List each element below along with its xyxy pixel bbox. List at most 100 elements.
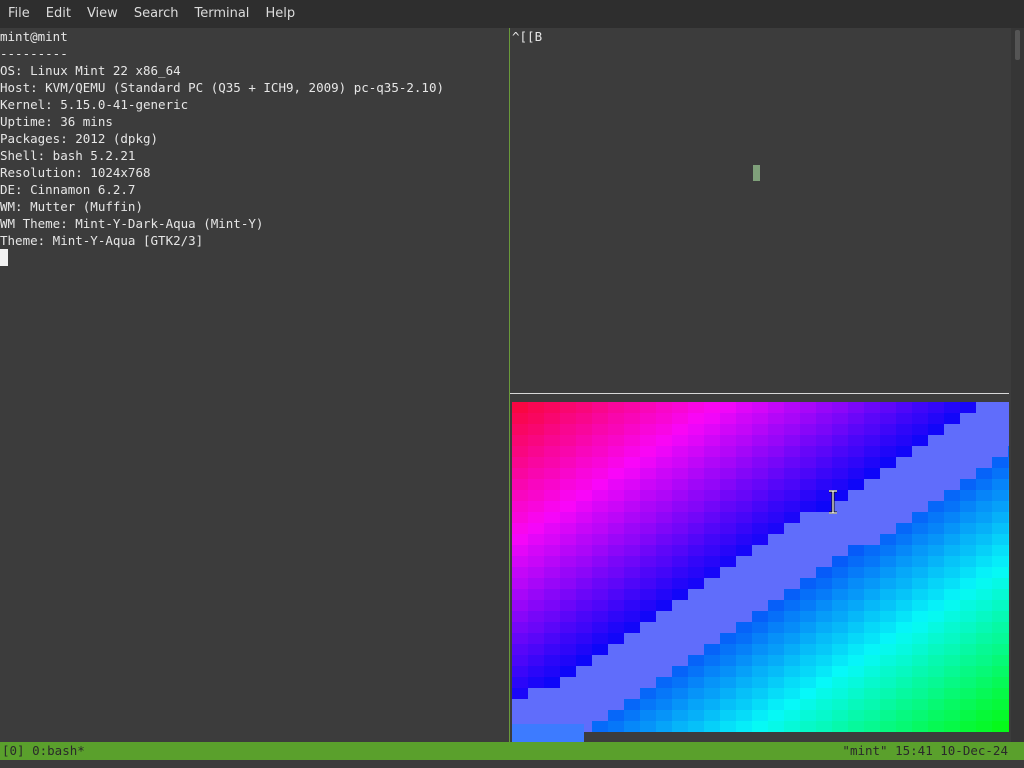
art-pixel	[880, 688, 896, 699]
escape-sequence-text: ^[[B	[512, 29, 543, 44]
art-pixel	[1008, 424, 1009, 435]
art-pixel	[592, 534, 608, 545]
art-pixel	[512, 655, 528, 666]
art-pixel	[512, 523, 528, 534]
art-pixel	[896, 600, 912, 611]
art-pixel	[528, 402, 544, 413]
art-pixel	[544, 435, 560, 446]
art-pixel	[544, 457, 560, 468]
art-pixel	[528, 556, 544, 567]
scrollbar-thumb[interactable]	[1015, 30, 1020, 60]
art-pixel	[512, 724, 584, 742]
art-pixel	[816, 600, 832, 611]
menu-view[interactable]: View	[79, 0, 126, 28]
art-pixel	[704, 501, 720, 512]
right-bottom-pane[interactable]	[512, 402, 1009, 742]
art-pixel	[528, 677, 544, 688]
menu-terminal[interactable]: Terminal	[186, 0, 257, 28]
art-pixel	[576, 622, 592, 633]
art-pixel	[624, 424, 640, 435]
art-pixel	[768, 556, 784, 567]
art-pixel	[784, 600, 800, 611]
scrollbar[interactable]	[1011, 28, 1024, 742]
art-pixel	[992, 490, 1008, 501]
tmux-status-bar: [0] 0:bash* "mint" 15:41 10-Dec-24	[0, 742, 1024, 760]
art-pixel	[512, 644, 528, 655]
art-pixel	[960, 556, 976, 567]
art-pixel	[912, 446, 928, 457]
art-pixel	[704, 457, 720, 468]
art-pixel	[704, 413, 720, 424]
art-pixel	[784, 402, 800, 413]
menu-edit[interactable]: Edit	[38, 0, 79, 28]
art-pixel	[592, 413, 608, 424]
art-pixel	[960, 424, 976, 435]
art-pixel	[784, 468, 800, 479]
art-pixel	[752, 655, 768, 666]
art-pixel	[624, 501, 640, 512]
art-pixel	[944, 545, 960, 556]
menu-help[interactable]: Help	[257, 0, 303, 28]
art-pixel	[624, 600, 640, 611]
art-pixel	[576, 479, 592, 490]
art-pixel	[688, 721, 704, 732]
art-pixel	[912, 567, 928, 578]
art-pixel	[720, 710, 736, 721]
art-pixel	[1008, 666, 1009, 677]
art-pixel	[800, 402, 816, 413]
art-pixel	[576, 710, 592, 721]
art-pixel	[592, 600, 608, 611]
art-pixel	[976, 710, 992, 721]
menu-file[interactable]: File	[0, 0, 38, 28]
right-top-pane[interactable]: ^[[B	[512, 28, 1008, 392]
art-pixel	[640, 699, 656, 710]
art-pixel	[976, 435, 992, 446]
inactive-cursor	[753, 165, 760, 181]
horizontal-pane-divider[interactable]	[510, 393, 1009, 394]
art-pixel	[736, 611, 752, 622]
art-pixel	[608, 457, 624, 468]
art-pixel	[912, 710, 928, 721]
art-pixel	[864, 666, 880, 677]
art-pixel	[928, 677, 944, 688]
art-pixel	[720, 721, 736, 732]
art-pixel	[992, 633, 1008, 644]
art-pixel	[1008, 512, 1009, 523]
art-pixel	[768, 457, 784, 468]
art-pixel	[592, 710, 608, 721]
art-pixel	[992, 622, 1008, 633]
art-pixel	[976, 699, 992, 710]
art-pixel	[656, 699, 672, 710]
menu-search[interactable]: Search	[126, 0, 187, 28]
left-pane[interactable]: mint@mint --------- OS: Linux Mint 22 x8…	[0, 28, 509, 742]
status-window-list[interactable]: [0] 0:bash*	[2, 742, 85, 760]
art-pixel	[576, 589, 592, 600]
art-pixel	[576, 677, 592, 688]
art-pixel	[736, 589, 752, 600]
art-pixel	[944, 644, 960, 655]
art-pixel	[704, 446, 720, 457]
art-pixel	[816, 567, 832, 578]
art-pixel	[640, 655, 656, 666]
art-pixel	[1008, 446, 1009, 457]
art-pixel	[832, 655, 848, 666]
status-host-time: "mint" 15:41 10-Dec-24	[842, 743, 1008, 758]
art-pixel	[960, 699, 976, 710]
art-pixel	[608, 644, 624, 655]
art-pixel	[896, 501, 912, 512]
art-pixel	[992, 479, 1008, 490]
art-pixel	[976, 446, 992, 457]
art-pixel	[544, 534, 560, 545]
art-pixel	[672, 666, 688, 677]
art-pixel	[512, 424, 528, 435]
vertical-pane-divider[interactable]	[509, 28, 510, 742]
art-pixel	[896, 523, 912, 534]
art-pixel	[544, 699, 560, 710]
art-pixel	[528, 710, 544, 721]
art-pixel	[992, 666, 1008, 677]
art-pixel	[592, 501, 608, 512]
art-pixel	[640, 578, 656, 589]
art-pixel	[912, 556, 928, 567]
art-pixel	[992, 589, 1008, 600]
terminal-area[interactable]: mint@mint --------- OS: Linux Mint 22 x8…	[0, 28, 1024, 742]
